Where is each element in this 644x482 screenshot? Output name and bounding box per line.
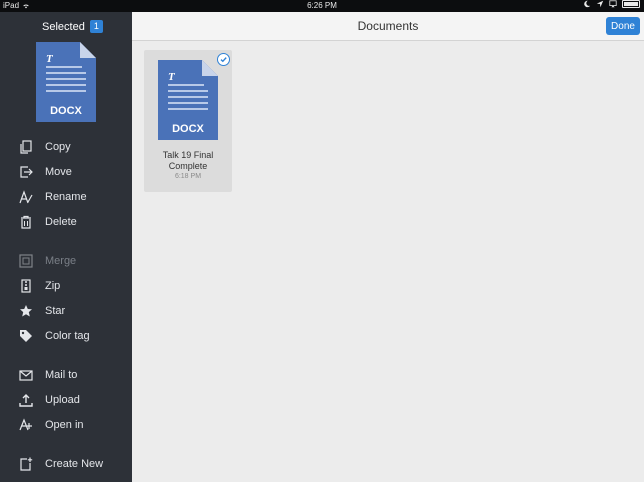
- star-label: Star: [45, 305, 66, 317]
- merge-label: Merge: [45, 255, 77, 267]
- move-button[interactable]: Move: [18, 163, 72, 181]
- color-tag-label: Color tag: [45, 330, 90, 342]
- open-in-button[interactable]: Open in: [18, 416, 84, 434]
- move-label: Move: [45, 166, 72, 178]
- upload-icon: [19, 394, 33, 407]
- delete-label: Delete: [45, 216, 77, 228]
- copy-button[interactable]: Copy: [18, 138, 71, 156]
- battery-icon: [622, 0, 640, 8]
- status-bar: iPad 6:26 PM: [0, 0, 644, 12]
- rename-icon: [19, 190, 33, 204]
- page-title: Documents: [357, 19, 419, 33]
- create-new-button[interactable]: Create New: [18, 455, 103, 473]
- preview-type-label: DOCX: [50, 105, 82, 117]
- rename-button[interactable]: Rename: [18, 188, 87, 206]
- open-in-icon: [19, 418, 32, 431]
- rename-label: Rename: [45, 191, 87, 203]
- selected-count-badge: 1: [89, 20, 103, 33]
- selected-header: Selected 1: [42, 20, 103, 33]
- mail-to-button[interactable]: Mail to: [18, 366, 77, 384]
- file-name-line1: Talk 19 Final: [162, 150, 214, 160]
- file-tile[interactable]: T DOCX Talk 19 Final Complete 6:18 PM: [144, 50, 232, 192]
- create-new-label: Create New: [45, 458, 104, 470]
- open-in-label: Open in: [45, 419, 84, 431]
- color-tag-button[interactable]: Color tag: [18, 327, 90, 345]
- done-button[interactable]: Done: [606, 17, 640, 35]
- tag-icon: [20, 330, 32, 342]
- file-name: Talk 19 Final Complete: [144, 150, 232, 172]
- location-icon: [596, 0, 604, 8]
- merge-button[interactable]: Merge: [18, 252, 76, 270]
- mail-icon: [19, 370, 33, 381]
- star-icon: [20, 305, 32, 317]
- star-button[interactable]: Star: [18, 302, 65, 320]
- create-new-icon: [20, 457, 33, 471]
- zip-icon: [21, 279, 31, 293]
- delete-button[interactable]: Delete: [18, 213, 77, 231]
- upload-button[interactable]: Upload: [18, 391, 80, 409]
- airplay-icon: [609, 0, 617, 8]
- documents-panel: Documents Done T DOCX Talk 19 Final Comp…: [132, 12, 644, 482]
- upload-label: Upload: [45, 394, 80, 406]
- file-time: 6:18 PM: [174, 173, 202, 180]
- copy-icon: [20, 140, 32, 154]
- selected-file-preview: T DOCX: [36, 42, 96, 122]
- status-right: [583, 0, 640, 8]
- selected-label: Selected: [42, 20, 85, 33]
- mail-to-label: Mail to: [45, 369, 78, 381]
- zip-button[interactable]: Zip: [18, 277, 60, 295]
- copy-label: Copy: [45, 141, 71, 153]
- moon-icon: [584, 0, 591, 8]
- file-type-label: DOCX: [172, 123, 204, 135]
- nav-bar: Documents Done: [132, 12, 644, 41]
- docx-file-icon: T DOCX: [158, 60, 218, 140]
- zip-label: Zip: [45, 280, 61, 292]
- merge-icon: [19, 254, 33, 268]
- selected-check-icon[interactable]: [217, 53, 230, 66]
- file-name-line2: Complete: [168, 161, 208, 171]
- move-icon: [20, 166, 33, 178]
- trash-icon: [21, 215, 31, 229]
- sidebar: Selected 1 T DOCX Copy Move Rename Delet…: [0, 12, 132, 482]
- status-time: 6:26 PM: [307, 1, 337, 10]
